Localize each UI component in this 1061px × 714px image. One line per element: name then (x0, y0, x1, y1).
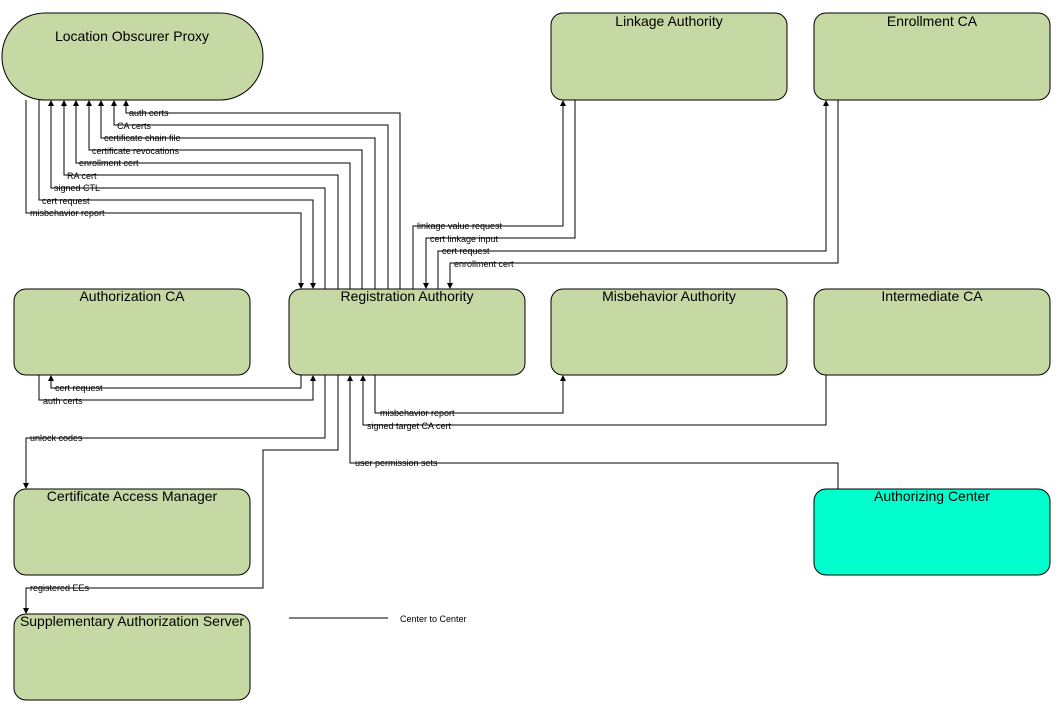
svg-text:enrollment cert: enrollment cert (454, 259, 514, 269)
node-certificate-access-manager: Certificate Access Manager (13, 488, 251, 576)
svg-text:cert request: cert request (42, 196, 90, 206)
node-title: Enrollment CA (887, 13, 978, 29)
flow-cert-request-to-aca: cert request (48, 375, 302, 393)
flow-ca-certs-to-lop: CA certs (111, 100, 389, 289)
svg-text:unlock codes: unlock codes (30, 433, 83, 443)
svg-text:registered EEs: registered EEs (30, 583, 90, 593)
node-title: Authorizing Center (874, 488, 990, 504)
node-title: Intermediate CA (881, 288, 983, 304)
flow-enrollment-cert-from-eca: enrollment cert (447, 100, 839, 289)
legend-label-center-to-center: Center to Center (400, 614, 467, 624)
svg-text:cert linkage input: cert linkage input (430, 234, 499, 244)
flow-user-permission-sets: user permission sets (347, 375, 839, 489)
svg-text:certificate revocations: certificate revocations (92, 146, 180, 156)
flow-enrollment-cert-to-lop: enrollment cert (73, 100, 351, 289)
svg-text:misbehavior report: misbehavior report (380, 408, 455, 418)
node-registration-authority: Registration Authority (288, 288, 526, 376)
svg-text:certificate chain file: certificate chain file (104, 133, 181, 143)
flow-signed-ctl-to-lop: signed CTL (48, 100, 326, 289)
svg-text:signed CTL: signed CTL (54, 183, 100, 193)
svg-text:signed target CA cert: signed target CA cert (367, 421, 452, 431)
svg-text:enrollment cert: enrollment cert (79, 158, 139, 168)
flow-signed-target-ca-cert: signed target CA cert (360, 375, 827, 431)
flow-cert-request-to-ra: cert request (38, 100, 316, 289)
node-linkage-authority: Linkage Authority (550, 12, 788, 101)
svg-text:linkage value request: linkage value request (417, 221, 503, 231)
node-authorization-ca: Authorization CA (13, 288, 251, 376)
svg-text:misbehavior report: misbehavior report (30, 208, 105, 218)
legend: Center to Center (289, 614, 467, 624)
node-title: Registration Authority (340, 288, 473, 304)
svg-text:CA certs: CA certs (117, 121, 152, 131)
node-enrollment-ca: Enrollment CA (813, 12, 1051, 101)
architecture-diagram: Location Obscurer Proxy Linkage Authorit… (1, 12, 1051, 701)
node-title: Supplementary Authorization Server (20, 613, 244, 629)
node-location-obscurer-proxy: Location Obscurer Proxy (1, 12, 264, 101)
node-title: Certificate Access Manager (47, 488, 218, 504)
flow-misbehavior-report-to-ra: misbehavior report (25, 100, 304, 289)
node-intermediate-ca: Intermediate CA (813, 288, 1051, 376)
node-title: Authorization CA (79, 288, 185, 304)
node-title: Misbehavior Authority (602, 288, 736, 304)
node-title: Location Obscurer Proxy (55, 28, 209, 44)
node-title: Linkage Authority (615, 13, 722, 29)
node-misbehavior-authority: Misbehavior Authority (550, 288, 788, 376)
svg-text:cert request: cert request (55, 383, 103, 393)
node-authorizing-center: Authorizing Center (813, 488, 1051, 576)
flow-auth-certs-to-lop: auth certs (123, 100, 401, 289)
svg-text:RA cert: RA cert (67, 171, 97, 181)
flow-misbehavior-report-to-ma: misbehavior report (374, 375, 566, 418)
svg-text:user permission sets: user permission sets (355, 458, 438, 468)
node-supplementary-authorization-server: Supplementary Authorization Server (13, 613, 251, 701)
flow-ra-cert-to-lop: RA cert (61, 100, 339, 289)
svg-text:cert request: cert request (442, 246, 490, 256)
svg-text:auth certs: auth certs (43, 396, 83, 406)
svg-text:auth certs: auth certs (129, 108, 169, 118)
